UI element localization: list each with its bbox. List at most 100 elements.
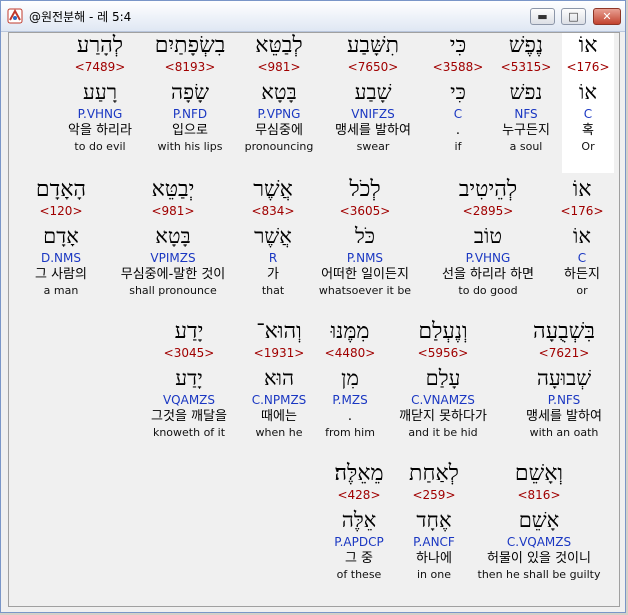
english-gloss: Or <box>581 140 595 153</box>
morph-code: VQAMZS <box>162 393 216 407</box>
hebrew-word: לְהָרַע <box>76 33 124 58</box>
lexical-form: רָעַע <box>82 80 118 104</box>
strong-number: <176> <box>566 60 610 74</box>
korean-gloss: 허물이 있을 것이니 <box>487 551 591 566</box>
strong-number: <7489> <box>74 60 126 74</box>
english-gloss: in one <box>417 568 451 581</box>
hebrew-word: כִּי <box>449 33 467 58</box>
word-block[interactable]: הָאָדָם <120> אָדָם D.NMS 그 사람의 a man <box>17 177 105 317</box>
lexical-form: שָׁבַע <box>354 80 392 104</box>
word-block[interactable]: אוֹ <176> אוֹ C 혹 Or <box>562 33 614 173</box>
lexical-form: אֶחָד <box>416 508 452 532</box>
word-block[interactable]: יָדַע <3045> יָדַע VQAMZS 그것을 깨달을 knowet… <box>139 319 239 459</box>
verse-analysis-panel[interactable]: אוֹ <176> אוֹ C 혹 Or נֶפֶשׁ <5315> נפשׁ … <box>8 32 620 607</box>
morph-code: P.VPNG <box>257 107 301 121</box>
word-block[interactable]: וְנֶעְלַם <5956> עָלַם C.VNAMZS 깨닫지 못하다가… <box>389 319 497 459</box>
lexical-form: אוֹ <box>573 224 591 248</box>
word-block[interactable]: וְהוּא־ <1931> הוּא C.NPMZS 때에는 when he <box>245 319 313 459</box>
word-block[interactable]: לְאַחַת <259> אֶחָד P.ANCF 하나에 in one <box>399 461 469 601</box>
app-logo-icon <box>7 8 23 24</box>
word-block[interactable]: וְאָשֵׁם <816> אָשֵׁם C.VQAMZS 허물이 있을 것이… <box>471 461 607 601</box>
strong-number: <120> <box>39 204 83 218</box>
morph-code: D.NMS <box>40 251 81 265</box>
morph-code: C <box>577 251 587 265</box>
morph-code: P.NFD <box>172 107 208 121</box>
english-gloss: of these <box>336 568 382 581</box>
close-button[interactable]: ✕ <box>593 8 621 25</box>
korean-gloss: 가 <box>267 267 279 282</box>
morph-code: P.NMS <box>346 251 384 265</box>
maximize-button[interactable]: □ <box>561 8 586 25</box>
word-block[interactable]: אוֹ <176> אוֹ C 하든지 or <box>549 177 615 317</box>
english-gloss: from him <box>325 426 375 439</box>
lexical-form: נפשׁ <box>509 80 543 104</box>
english-gloss: when he <box>255 426 303 439</box>
korean-gloss: 무심중에-말한 것이 <box>120 267 226 282</box>
morph-code: C.NPMZS <box>251 393 307 407</box>
strong-number: <7621> <box>538 346 590 360</box>
korean-gloss: 입으로 <box>172 123 208 138</box>
strong-number: <7650> <box>347 60 399 74</box>
strong-number: <3045> <box>163 346 215 360</box>
lexical-form: כֹּל <box>354 224 376 248</box>
hebrew-word: תִשָּׁבַע <box>346 33 400 58</box>
word-block[interactable]: מִמֶּנּוּ <4480> מִן P.MZS . from him <box>319 319 381 459</box>
word-block[interactable]: לְכֹל <3605> כֹּל P.NMS 어떠한 일이든지 whatsoe… <box>307 177 423 317</box>
hebrew-word: מֵאֵלֶּה׃ <box>334 461 384 486</box>
morph-code: P.VHNG <box>77 107 123 121</box>
english-gloss: with his lips <box>157 140 223 153</box>
lexical-form: שָׂפָה <box>171 80 209 104</box>
strong-number: <176> <box>560 204 604 218</box>
lexical-form: הוּא <box>263 366 295 390</box>
korean-gloss: 그 중 <box>344 551 374 566</box>
korean-gloss: 맹세를 발하여 <box>335 123 411 138</box>
english-gloss: swear <box>356 140 390 153</box>
title-bar[interactable]: @원전분해 - 레 5:4 ▬ □ ✕ <box>1 1 625 32</box>
english-gloss: whatsoever it be <box>318 284 412 297</box>
korean-gloss: 깨닫지 못하다가 <box>399 409 487 424</box>
english-gloss: knoweth of it <box>152 426 226 439</box>
lexical-form: אֲשֶׁר <box>254 224 292 248</box>
hebrew-word: מִמֶּנּוּ <box>330 319 370 344</box>
word-block[interactable]: אֲשֶׁר <834> אֲשֶׁר R 가 that <box>243 177 303 317</box>
lexical-form: כִּי <box>450 80 466 104</box>
korean-gloss: 하든지 <box>564 267 600 282</box>
word-block[interactable]: תִשָּׁבַע <7650> שָׁבַע VNIFZS 맹세를 발하여 s… <box>322 33 424 173</box>
hebrew-word: לְהֵיטִיב <box>458 177 518 202</box>
word-block[interactable]: כִּי <3588> כִּי C . if <box>429 33 487 173</box>
strong-number: <4480> <box>324 346 376 360</box>
english-gloss: to do evil <box>74 140 126 153</box>
hebrew-word: נֶפֶשׁ <box>508 33 544 58</box>
word-block[interactable]: לְהֵיטִיב <2895> טוֹב P.VHNG 선을 하리라 하면 t… <box>425 177 551 317</box>
minimize-button[interactable]: ▬ <box>530 8 555 25</box>
app-window: @원전분해 - 레 5:4 ▬ □ ✕ אוֹ <176> אוֹ C 혹 Or… <box>0 0 626 613</box>
english-gloss: a soul <box>509 140 543 153</box>
morph-code: P.ANCF <box>413 535 455 549</box>
word-block[interactable]: יְבַטֵּא <981> בָּטָא VPIMZS 무심중에-말한 것이 … <box>105 177 241 317</box>
strong-number: <5956> <box>417 346 469 360</box>
english-gloss: to do good <box>458 284 518 297</box>
morph-code: P.APDCP <box>334 535 384 549</box>
strong-number: <259> <box>412 488 456 502</box>
lexical-form: מִן <box>341 366 359 390</box>
korean-gloss: 선을 하리라 하면 <box>442 267 534 282</box>
word-block[interactable]: בִּשְׁבֻעָה <7621> שְׁבוּעָה P.NFS 맹세를 발… <box>513 319 615 459</box>
korean-gloss: 어떠한 일이든지 <box>321 267 409 282</box>
word-block[interactable]: בִשְׂפָתַיִם <8193> שָׂפָה P.NFD 입으로 wit… <box>147 33 233 173</box>
word-block[interactable]: לְהָרַע <7489> רָעַע P.VHNG 악을 하리라 to do… <box>59 33 141 173</box>
morph-code: C.VQAMZS <box>506 535 572 549</box>
lexical-form: יָדַע <box>175 366 203 390</box>
lexical-form: עָלַם <box>425 366 461 390</box>
strong-number: <3588> <box>432 60 484 74</box>
strong-number: <8193> <box>164 60 216 74</box>
hebrew-word: לְאַחַת <box>409 461 459 486</box>
word-block[interactable]: נֶפֶשׁ <5315> נפשׁ NFS 누구든지 a soul <box>493 33 559 173</box>
word-block[interactable]: מֵאֵלֶּה׃ <428> אֵלֶּה P.APDCP 그 중 of th… <box>321 461 397 601</box>
strong-number: <1931> <box>253 346 305 360</box>
english-gloss: with an oath <box>529 426 599 439</box>
lexical-form: טוֹב <box>473 224 503 248</box>
english-gloss: that <box>261 284 285 297</box>
maximize-icon: □ <box>568 10 579 23</box>
word-block[interactable]: לְבַטֵּא <981> בָּטָא P.VPNG 무심중에 pronou… <box>239 33 319 173</box>
korean-gloss: 악을 하리라 <box>68 123 132 138</box>
